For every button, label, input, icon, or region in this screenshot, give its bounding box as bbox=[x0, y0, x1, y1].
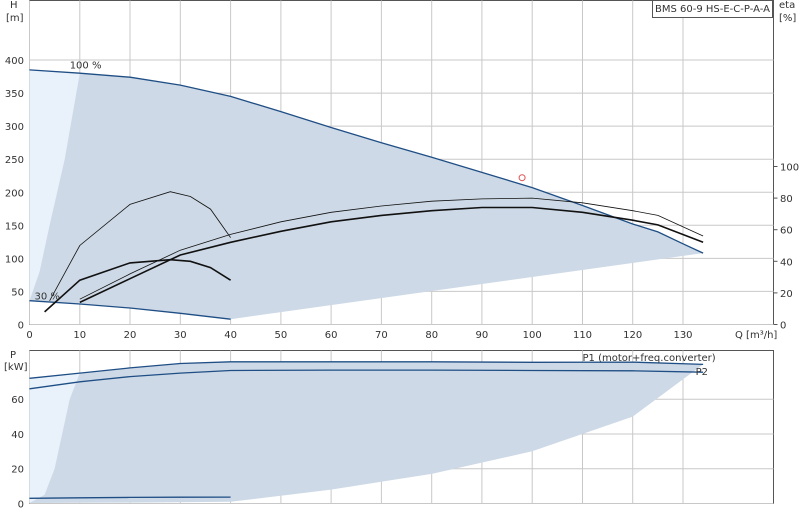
x-tick-label: 40 bbox=[224, 330, 237, 341]
top-panel: 100 % 30 % 0 10 20 30 40 50 60 70 80 90 100 110 120 13… bbox=[5, 0, 799, 341]
h-tick-label: 0 bbox=[18, 321, 24, 332]
eta-tick-label: 80 bbox=[780, 194, 793, 205]
p2-label: P2 bbox=[696, 367, 708, 378]
h-tick-label: 350 bbox=[5, 89, 24, 100]
pump-performance-chart: 100 % 30 % 0 10 20 30 40 50 60 70 80 90 100 110 120 13… bbox=[4, 0, 799, 511]
h-tick-label: 300 bbox=[5, 122, 24, 133]
h-tick-label: 150 bbox=[5, 221, 24, 232]
h-tick-label: 400 bbox=[5, 56, 24, 67]
speed-annotation: 100 % bbox=[70, 61, 102, 72]
h-tick-label: 50 bbox=[11, 287, 24, 298]
x-tick-label: 90 bbox=[476, 330, 489, 341]
h-tick-label: 250 bbox=[5, 155, 24, 166]
bottom-areas bbox=[29, 361, 704, 503]
p-tick-label: 0 bbox=[18, 500, 24, 511]
x-tick-label: 120 bbox=[623, 330, 642, 341]
h-axis-label: H bbox=[10, 0, 18, 11]
eta-tick-label: 0 bbox=[780, 321, 786, 332]
p-tick-label: 40 bbox=[11, 430, 24, 441]
x-tick-label: 130 bbox=[673, 330, 692, 341]
x-tick-label: 80 bbox=[425, 330, 438, 341]
p-tick-label: 20 bbox=[11, 465, 24, 476]
power-range-area bbox=[29, 361, 704, 503]
bottom-ticks: 0 20 40 60 bbox=[11, 395, 24, 510]
x-tick-label: 70 bbox=[375, 330, 388, 341]
x-tick-label: 60 bbox=[325, 330, 338, 341]
p1-label: P1 (motor+freq.converter) bbox=[583, 353, 716, 364]
q-axis-label: Q [m³/h] bbox=[735, 330, 777, 341]
h-tick-label: 200 bbox=[5, 188, 24, 199]
eta-tick-label: 20 bbox=[780, 289, 793, 300]
h-tick-label: 100 bbox=[5, 254, 24, 265]
x-tick-label: 100 bbox=[523, 330, 542, 341]
model-title-box: BMS 60-9 HS-E-C-P-A-A bbox=[652, 0, 773, 18]
h-axis-unit: [m] bbox=[6, 13, 24, 24]
p-tick-label: 60 bbox=[11, 395, 24, 406]
eta-tick-label: 60 bbox=[780, 226, 793, 237]
duty-point-marker bbox=[518, 174, 526, 182]
operating-range-area bbox=[29, 69, 704, 320]
model-title: BMS 60-9 HS-E-C-P-A-A bbox=[655, 4, 770, 15]
p-axis-label: P bbox=[10, 350, 16, 361]
top-areas bbox=[29, 69, 704, 320]
bottom-panel: P1 (motor+freq.converter) P2 0 20 40 60 P [k… bbox=[4, 350, 774, 511]
x-tick-label: 10 bbox=[73, 330, 86, 341]
eta-axis-label: eta bbox=[779, 0, 795, 11]
speed-annotation: 30 % bbox=[35, 291, 60, 302]
x-tick-label: 110 bbox=[573, 330, 592, 341]
p-axis-unit: [kW] bbox=[4, 362, 28, 373]
x-tick-label: 0 bbox=[26, 330, 32, 341]
x-tick-label: 50 bbox=[275, 330, 288, 341]
eta-tick-label: 40 bbox=[780, 257, 793, 268]
x-tick-label: 30 bbox=[174, 330, 187, 341]
eta-axis-unit: [%] bbox=[779, 13, 796, 24]
x-tick-label: 20 bbox=[124, 330, 137, 341]
eta-tick-label: 100 bbox=[780, 163, 799, 174]
